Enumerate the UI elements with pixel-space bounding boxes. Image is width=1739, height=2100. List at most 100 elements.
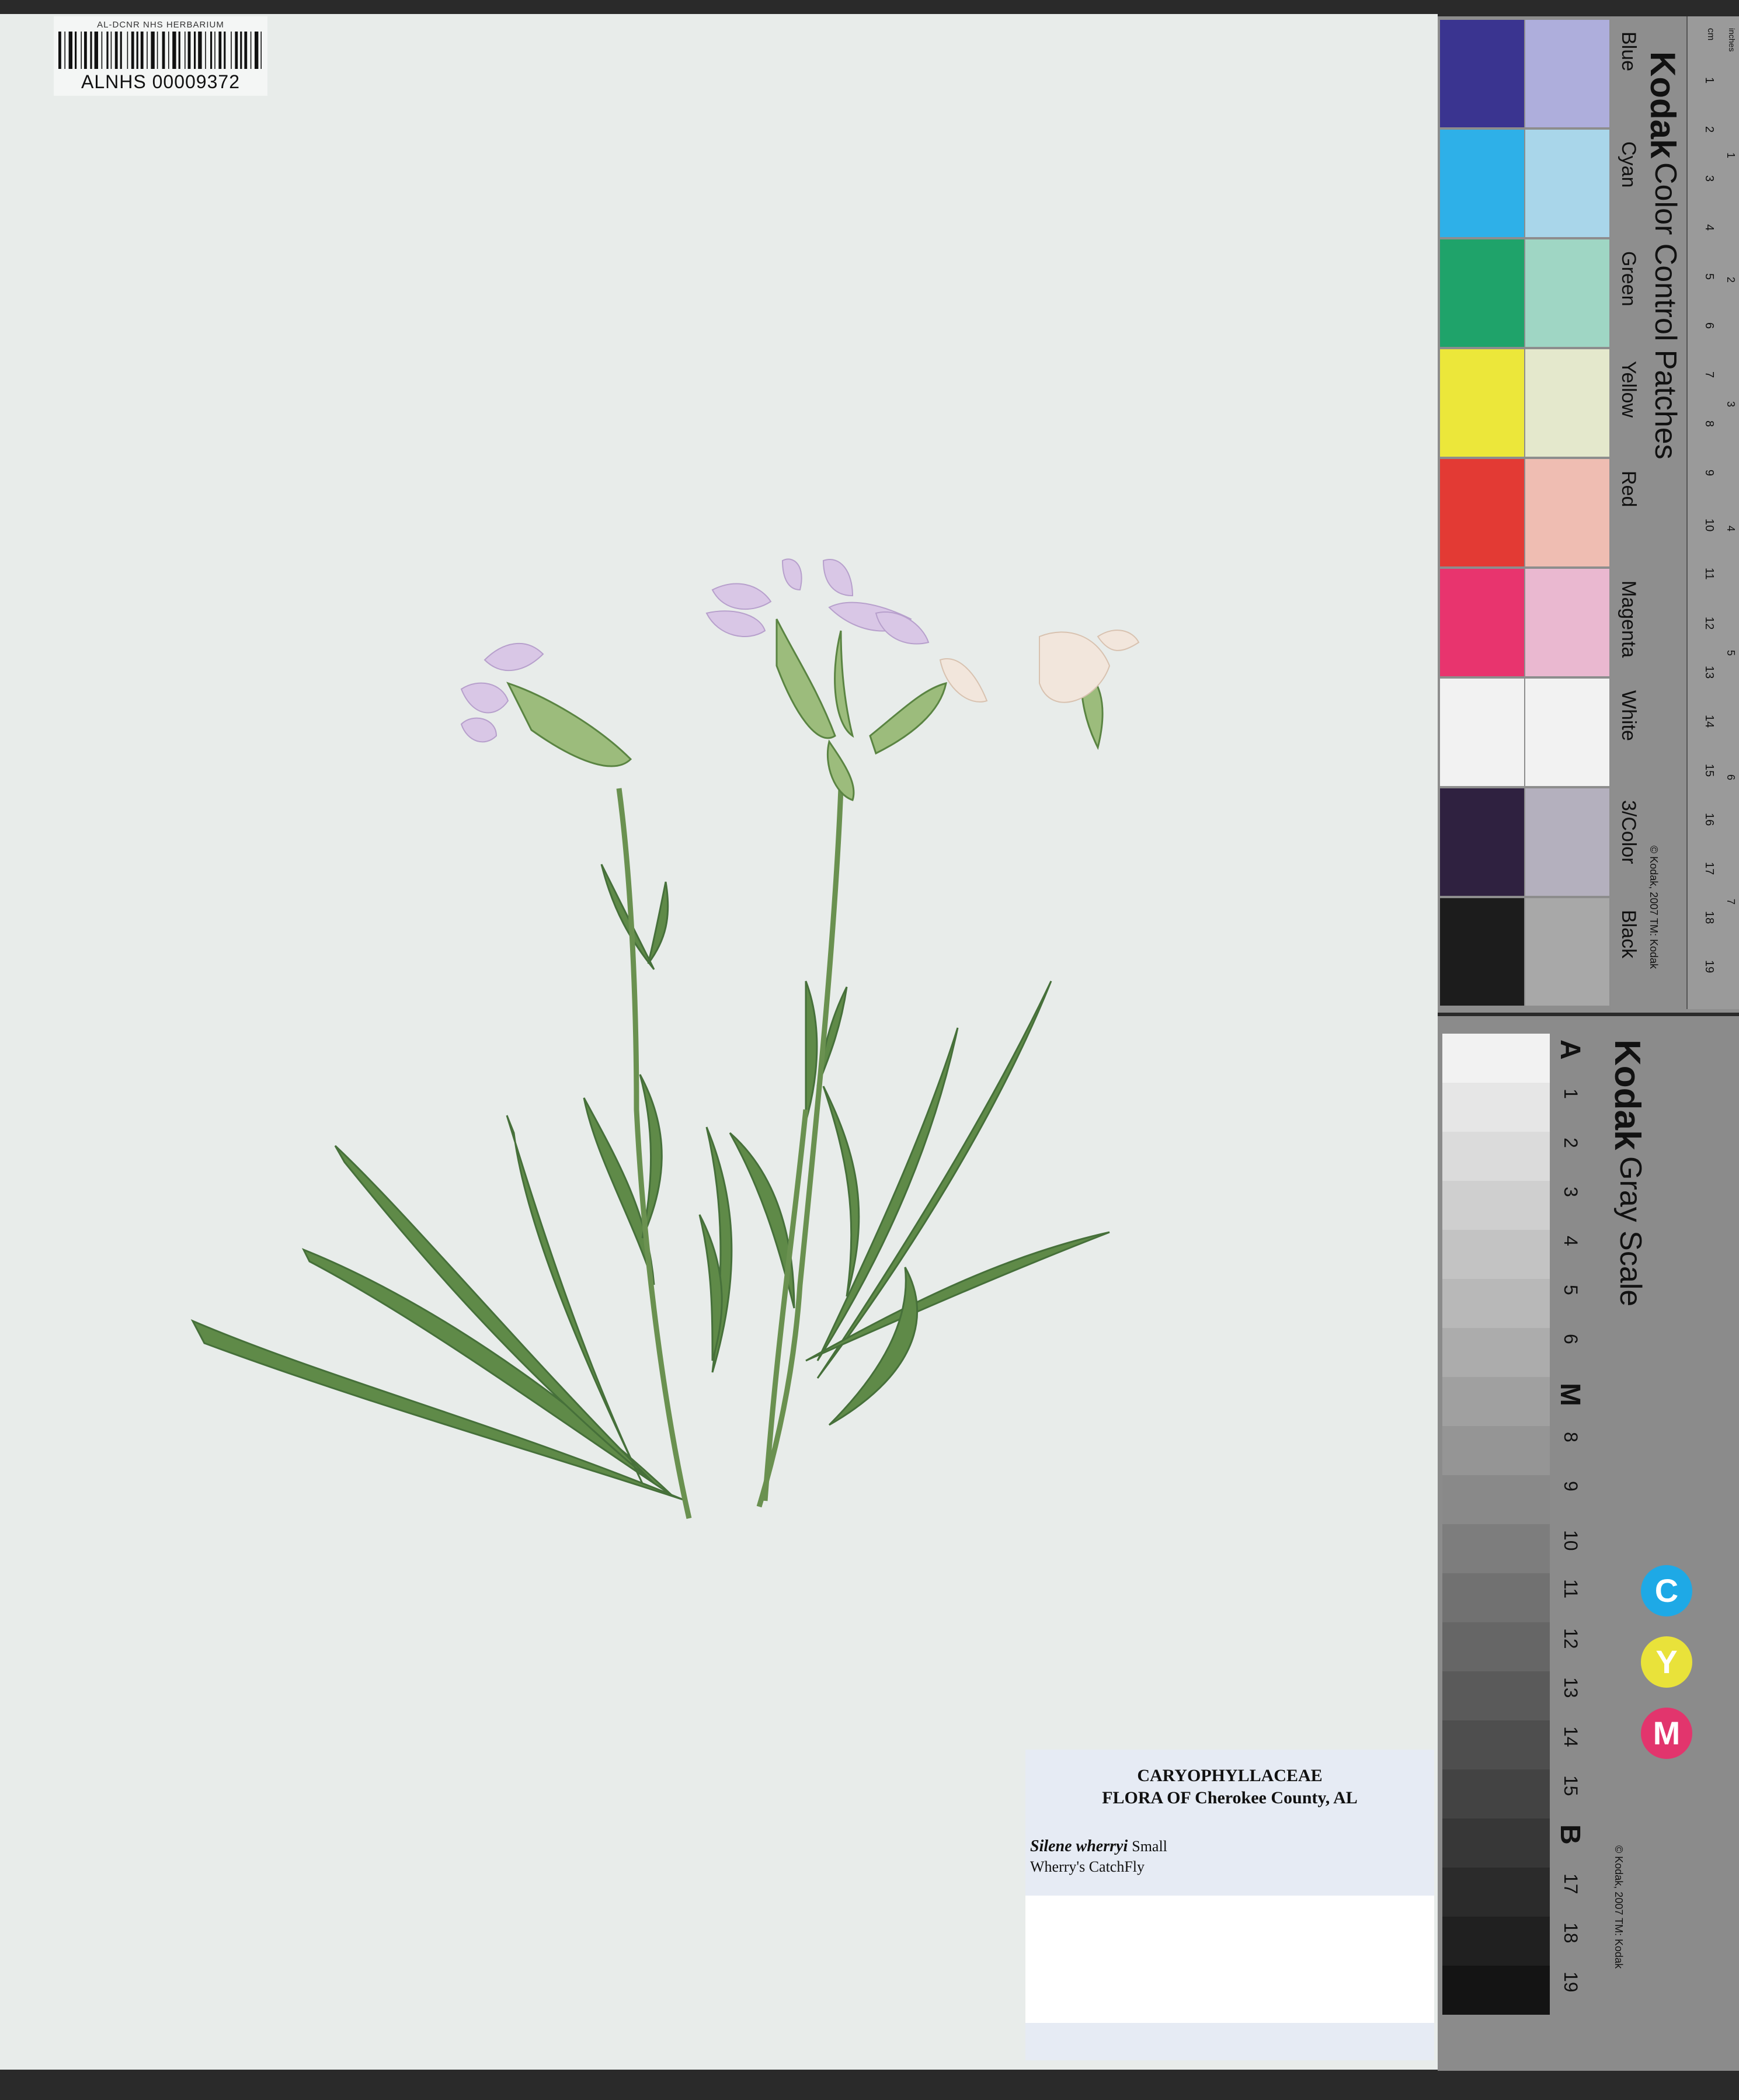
patch-name: Yellow — [1618, 361, 1640, 418]
family-name: CARYOPHYLLACEAE — [1137, 1766, 1323, 1785]
gray-step — [1442, 1475, 1550, 1524]
leaf — [698, 1214, 723, 1361]
ruler-cm-label: 6 — [1703, 322, 1716, 329]
ruler-inch-label: 2 — [1725, 277, 1737, 283]
ruler-cm-label: 14 — [1703, 715, 1716, 728]
plant-specimen — [190, 558, 1140, 1519]
color-patch-dark — [1440, 459, 1524, 566]
ruler-inch-label: 3 — [1725, 401, 1737, 408]
gray-step-label: 9 — [1560, 1481, 1581, 1491]
gray-step — [1442, 1917, 1550, 1966]
gray-step-label: 5 — [1560, 1285, 1581, 1295]
gray-step-label: A — [1554, 1039, 1585, 1060]
ruler-inch-label: 7 — [1725, 899, 1737, 905]
cmy-dot: M — [1641, 1708, 1692, 1759]
gray-step — [1442, 1524, 1550, 1573]
color-patch-light — [1525, 788, 1609, 896]
gray-step — [1442, 1671, 1550, 1720]
color-patch-dark — [1440, 898, 1524, 1006]
gray-step-label: 13 — [1560, 1677, 1581, 1698]
ruler-cm-label: 18 — [1703, 911, 1716, 924]
color-patch-light — [1525, 898, 1609, 1006]
patch-name: Red — [1618, 471, 1640, 507]
gray-step — [1442, 1328, 1550, 1377]
ruler-cm-label: 12 — [1703, 617, 1716, 630]
patch-name: Green — [1618, 251, 1640, 307]
scientific-name: Silene wherryi — [1030, 1837, 1128, 1855]
pale-flowers — [939, 630, 1140, 703]
gray-step — [1442, 1966, 1550, 2015]
gray-step — [1442, 1230, 1550, 1279]
color-patch-light — [1525, 349, 1609, 457]
color-patch-dark — [1440, 788, 1524, 896]
gray-step — [1442, 1769, 1550, 1819]
color-patch-dark — [1440, 349, 1524, 457]
color-patch-light — [1525, 459, 1609, 566]
gray-step-label: 10 — [1560, 1530, 1581, 1551]
cmy-dot: Y — [1641, 1636, 1692, 1688]
gray-step — [1442, 1819, 1550, 1868]
gray-step — [1442, 1181, 1550, 1230]
ruler-cm-label: 17 — [1703, 862, 1716, 875]
scientific-name-line: Silene wherryi Small — [1030, 1837, 1167, 1856]
gray-step-label: 8 — [1560, 1432, 1581, 1442]
gray-step — [1442, 1377, 1550, 1426]
gray-step — [1442, 1132, 1550, 1181]
cmy-dot: C — [1641, 1565, 1692, 1616]
ruler-cm-label: cm — [1706, 28, 1716, 41]
plant-leaves — [190, 864, 1110, 1501]
color-patch-dark — [1440, 679, 1524, 786]
leaf — [805, 981, 818, 1122]
leaf — [647, 881, 669, 964]
color-patch-light — [1525, 239, 1609, 347]
color-patch-dark — [1440, 130, 1524, 237]
gray-card-brand: Kodak — [1607, 1039, 1647, 1150]
color-patch-light — [1525, 130, 1609, 237]
ruler-cm-label: 19 — [1703, 960, 1716, 973]
patch-name: Black — [1618, 910, 1640, 959]
gray-step-label: 6 — [1560, 1334, 1581, 1344]
kodak-gray-card: A 1 2 3 4 5 6 M 8 9 10 11 12 13 14 15 B 17 18 19 Kodak Gray S… — [1438, 1016, 1739, 2071]
color-patch-dark — [1440, 20, 1524, 127]
gray-step-label: 19 — [1560, 1972, 1581, 1993]
color-patch-light — [1525, 20, 1609, 127]
gray-step-label: 17 — [1560, 1873, 1581, 1894]
gray-step-label: 1 — [1560, 1089, 1581, 1099]
ruler-cm-label: 9 — [1703, 470, 1716, 477]
color-card-brand: Kodak — [1643, 51, 1682, 159]
gray-step-label: B — [1554, 1824, 1585, 1845]
ruler-inch-label: 5 — [1725, 650, 1737, 656]
gray-step-label: 3 — [1560, 1187, 1581, 1197]
gray-step-label: 18 — [1560, 1922, 1581, 1943]
ruler-cm-label: 2 — [1703, 126, 1716, 133]
gray-step — [1442, 1426, 1550, 1475]
gray-step — [1442, 1279, 1550, 1328]
patch-name: White — [1618, 690, 1640, 741]
ruler-cm-label: 1 — [1703, 77, 1716, 84]
ruler-cm-label: 3 — [1703, 175, 1716, 182]
ruler-cm-label: 11 — [1703, 568, 1716, 580]
ruler-cm-label: 5 — [1703, 273, 1716, 280]
leaf — [301, 1248, 673, 1496]
ruler-inch-label: 6 — [1725, 774, 1737, 781]
ruler-cm-label: 7 — [1703, 371, 1716, 378]
leaf — [822, 1086, 860, 1297]
patch-name: Blue — [1618, 32, 1640, 72]
ruler-cm-label: 16 — [1703, 813, 1716, 826]
gray-step-label: 14 — [1560, 1726, 1581, 1747]
gray-card-title: Gray Scale — [1613, 1156, 1647, 1307]
gray-step — [1442, 1083, 1550, 1132]
kodak-color-card: Blue Cyan Green Yellow Red Magenta White 3/Colo… — [1438, 16, 1739, 1029]
ruler-inch-label: inches — [1727, 28, 1737, 52]
gray-step — [1442, 1622, 1550, 1671]
gray-step — [1442, 1034, 1550, 1083]
gray-step — [1442, 1868, 1550, 1917]
gray-step — [1442, 1573, 1550, 1622]
gray-step — [1442, 1720, 1550, 1769]
ruler-cm-label: 10 — [1703, 519, 1716, 532]
gray-card-copyright: © Kodak, 2007 TM: Kodak — [1613, 1845, 1625, 1969]
ruler-cm-label: 15 — [1703, 764, 1716, 777]
color-card-copyright: © Kodak, 2007 TM: Kodak — [1648, 846, 1660, 969]
label-blank-area — [1025, 1896, 1434, 2023]
color-patch-dark — [1440, 569, 1524, 676]
